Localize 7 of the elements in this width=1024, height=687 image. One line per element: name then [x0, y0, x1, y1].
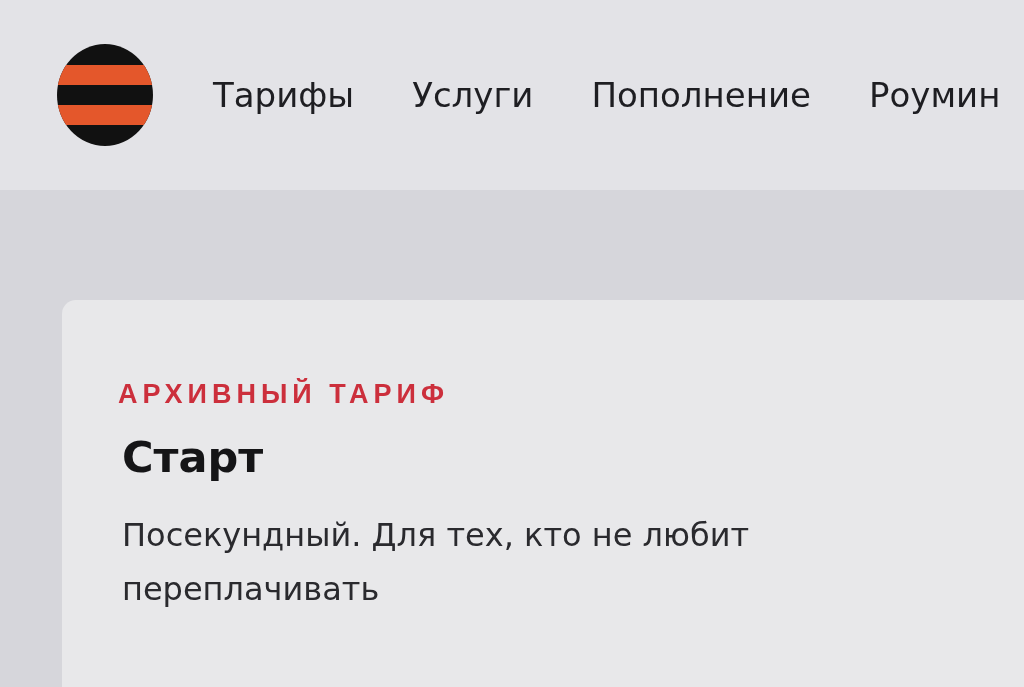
tariff-description: Посекундный. Для тех, кто не любит переплачивать [122, 515, 751, 611]
nav-link[interactable]: Роумин [868, 74, 1001, 116]
nav-link[interactable]: Услуги [412, 74, 534, 116]
archive-label: АРХИВНЫЙ ТАРИФ [118, 378, 449, 411]
nav-link[interactable]: Тарифы [213, 74, 355, 116]
nav-link[interactable]: Пополнение [591, 74, 811, 116]
tariff-title: Старт [122, 432, 264, 484]
